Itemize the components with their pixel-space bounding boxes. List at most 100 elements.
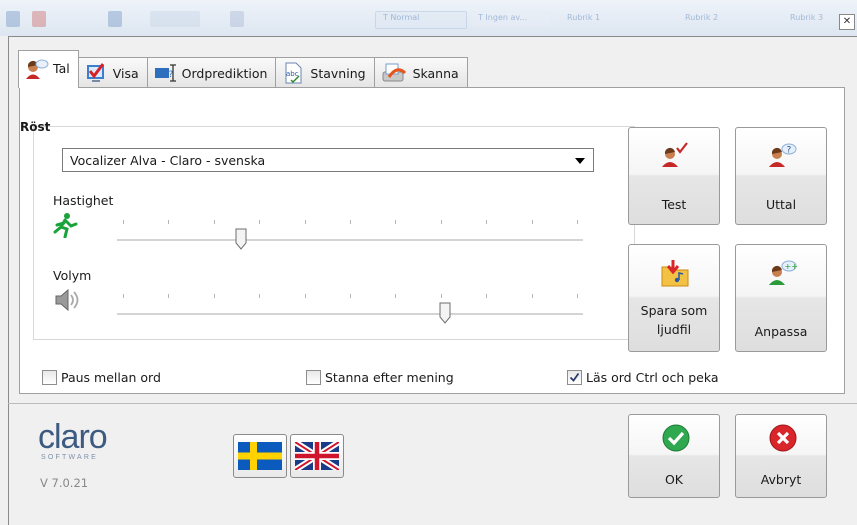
slider-tick [168, 294, 170, 298]
svg-text:abc: abc [286, 70, 299, 78]
checkbox-box[interactable] [306, 370, 321, 385]
ghost-style-label: Rubrik 3 [790, 13, 824, 22]
text-cursor-icon: ? [154, 62, 176, 84]
slider-tick [531, 294, 533, 298]
checkbox-label: Läs ord Ctrl och peka [586, 370, 719, 385]
ghost-icon [32, 11, 46, 27]
swedish-flag-button[interactable] [233, 434, 287, 478]
cancel-x-icon [769, 424, 797, 452]
speed-slider-track [117, 239, 583, 242]
swedish-flag-icon [238, 442, 282, 470]
svg-text:?: ? [168, 70, 173, 80]
svg-text:++: ++ [785, 262, 798, 271]
checkbox-box[interactable] [567, 370, 582, 385]
ghost-icon [230, 11, 244, 27]
slider-tick [213, 294, 215, 298]
slider-tick [123, 220, 124, 224]
speaker-check-icon [659, 140, 691, 172]
save-as-audio-button-label: Spara som ljudfil [629, 301, 719, 339]
cancel-button[interactable]: Avbryt [735, 414, 827, 498]
voice-group-label: Röst [20, 120, 51, 134]
speaker-add-icon: ++ [766, 257, 798, 289]
test-button[interactable]: Test [628, 127, 720, 225]
ghost-style-label: T Normal [383, 13, 420, 22]
slider-tick [304, 220, 306, 224]
logo-subtitle: SOFTWARE [41, 454, 99, 461]
test-button-label: Test [661, 197, 687, 212]
ghost-icon [150, 11, 200, 27]
checkbox-label: Paus mellan ord [61, 370, 161, 385]
uk-flag-button[interactable] [290, 434, 344, 478]
read-ctrl-point-checkbox[interactable]: Läs ord Ctrl och peka [567, 370, 719, 385]
version-text: V 7.0.21 [40, 476, 89, 490]
volume-slider-track [117, 313, 583, 316]
slider-tick [123, 294, 124, 298]
svg-text:?: ? [787, 146, 792, 156]
slider-tick [350, 220, 351, 224]
tab-stavning[interactable]: abc Stavning [275, 57, 375, 88]
uk-flag-icon [295, 442, 339, 470]
ok-button-label: OK [664, 472, 684, 487]
running-person-icon [52, 212, 78, 239]
pause-between-words-checkbox[interactable]: Paus mellan ord [42, 370, 161, 385]
slider-tick [259, 294, 261, 298]
close-button[interactable]: ✕ [839, 14, 855, 30]
check-icon [569, 372, 580, 382]
checkmark-icon [85, 62, 107, 84]
tab-bar: Tal Visa ? Ordprediktion abc Stavning Sk… [18, 50, 468, 88]
tab-label: Visa [112, 65, 139, 81]
slider-tick [213, 220, 215, 224]
tab-label: Ordprediktion [181, 65, 268, 81]
slider-tick [577, 220, 578, 224]
slider-tick [440, 294, 442, 298]
speaker-person-icon [25, 58, 49, 80]
ok-button[interactable]: OK [628, 414, 720, 498]
customize-button-label: Anpassa [754, 324, 808, 339]
tab-visa[interactable]: Visa [77, 57, 148, 88]
volume-label: Volym [53, 268, 92, 283]
pronunciation-button-label: Uttal [765, 197, 797, 212]
ghost-style-label: Rubrik 2 [685, 13, 719, 22]
scanner-icon [381, 62, 407, 84]
tab-label: Stavning [310, 65, 366, 81]
ghost-icon [108, 11, 122, 27]
volume-slider-thumb[interactable] [439, 302, 451, 324]
slider-tick [168, 220, 170, 224]
spelling-icon: abc [282, 62, 304, 84]
stop-after-sentence-checkbox[interactable]: Stanna efter mening [306, 370, 454, 385]
tab-ordprediktion[interactable]: ? Ordprediktion [146, 57, 277, 88]
slider-tick [395, 220, 397, 224]
tab-skanna[interactable]: Skanna [373, 57, 468, 88]
ghost-style-label: Rubrik 1 [567, 13, 601, 22]
speaker-question-icon: ? [766, 140, 798, 172]
claro-logo: claro SOFTWARE [38, 418, 108, 461]
checkbox-box[interactable] [42, 370, 57, 385]
pronunciation-button[interactable]: ? Uttal [735, 127, 827, 225]
tab-label: Tal [53, 61, 70, 76]
cancel-button-label: Avbryt [760, 472, 802, 487]
save-label-line-2: ljudfil [656, 322, 692, 337]
slider-tick [486, 294, 488, 298]
save-label-line-1: Spara som [640, 303, 708, 318]
ok-check-icon [662, 424, 690, 452]
tab-tal[interactable]: Tal [18, 50, 79, 88]
save-as-audio-button[interactable]: Spara som ljudfil [628, 244, 720, 352]
slider-tick [350, 294, 351, 298]
speed-slider-thumb[interactable] [235, 228, 247, 250]
chevron-down-icon [575, 158, 585, 164]
customize-button[interactable]: ++ Anpassa [735, 244, 827, 352]
logo-word: claro [38, 418, 108, 456]
ghost-style-label: T Ingen av... [478, 13, 528, 22]
speed-label: Hastighet [53, 193, 114, 208]
voice-select-value: Vocalizer Alva - Claro - svenska [70, 153, 266, 168]
voice-select[interactable]: Vocalizer Alva - Claro - svenska [62, 148, 594, 172]
footer-divider [8, 403, 857, 404]
slider-tick [486, 220, 488, 224]
ghost-icon [6, 11, 20, 27]
save-audio-icon [659, 257, 691, 289]
slider-tick [304, 294, 306, 298]
slider-tick [440, 220, 442, 224]
slider-tick [259, 220, 261, 224]
speaker-icon [54, 287, 82, 313]
tab-label: Skanna [412, 65, 459, 81]
